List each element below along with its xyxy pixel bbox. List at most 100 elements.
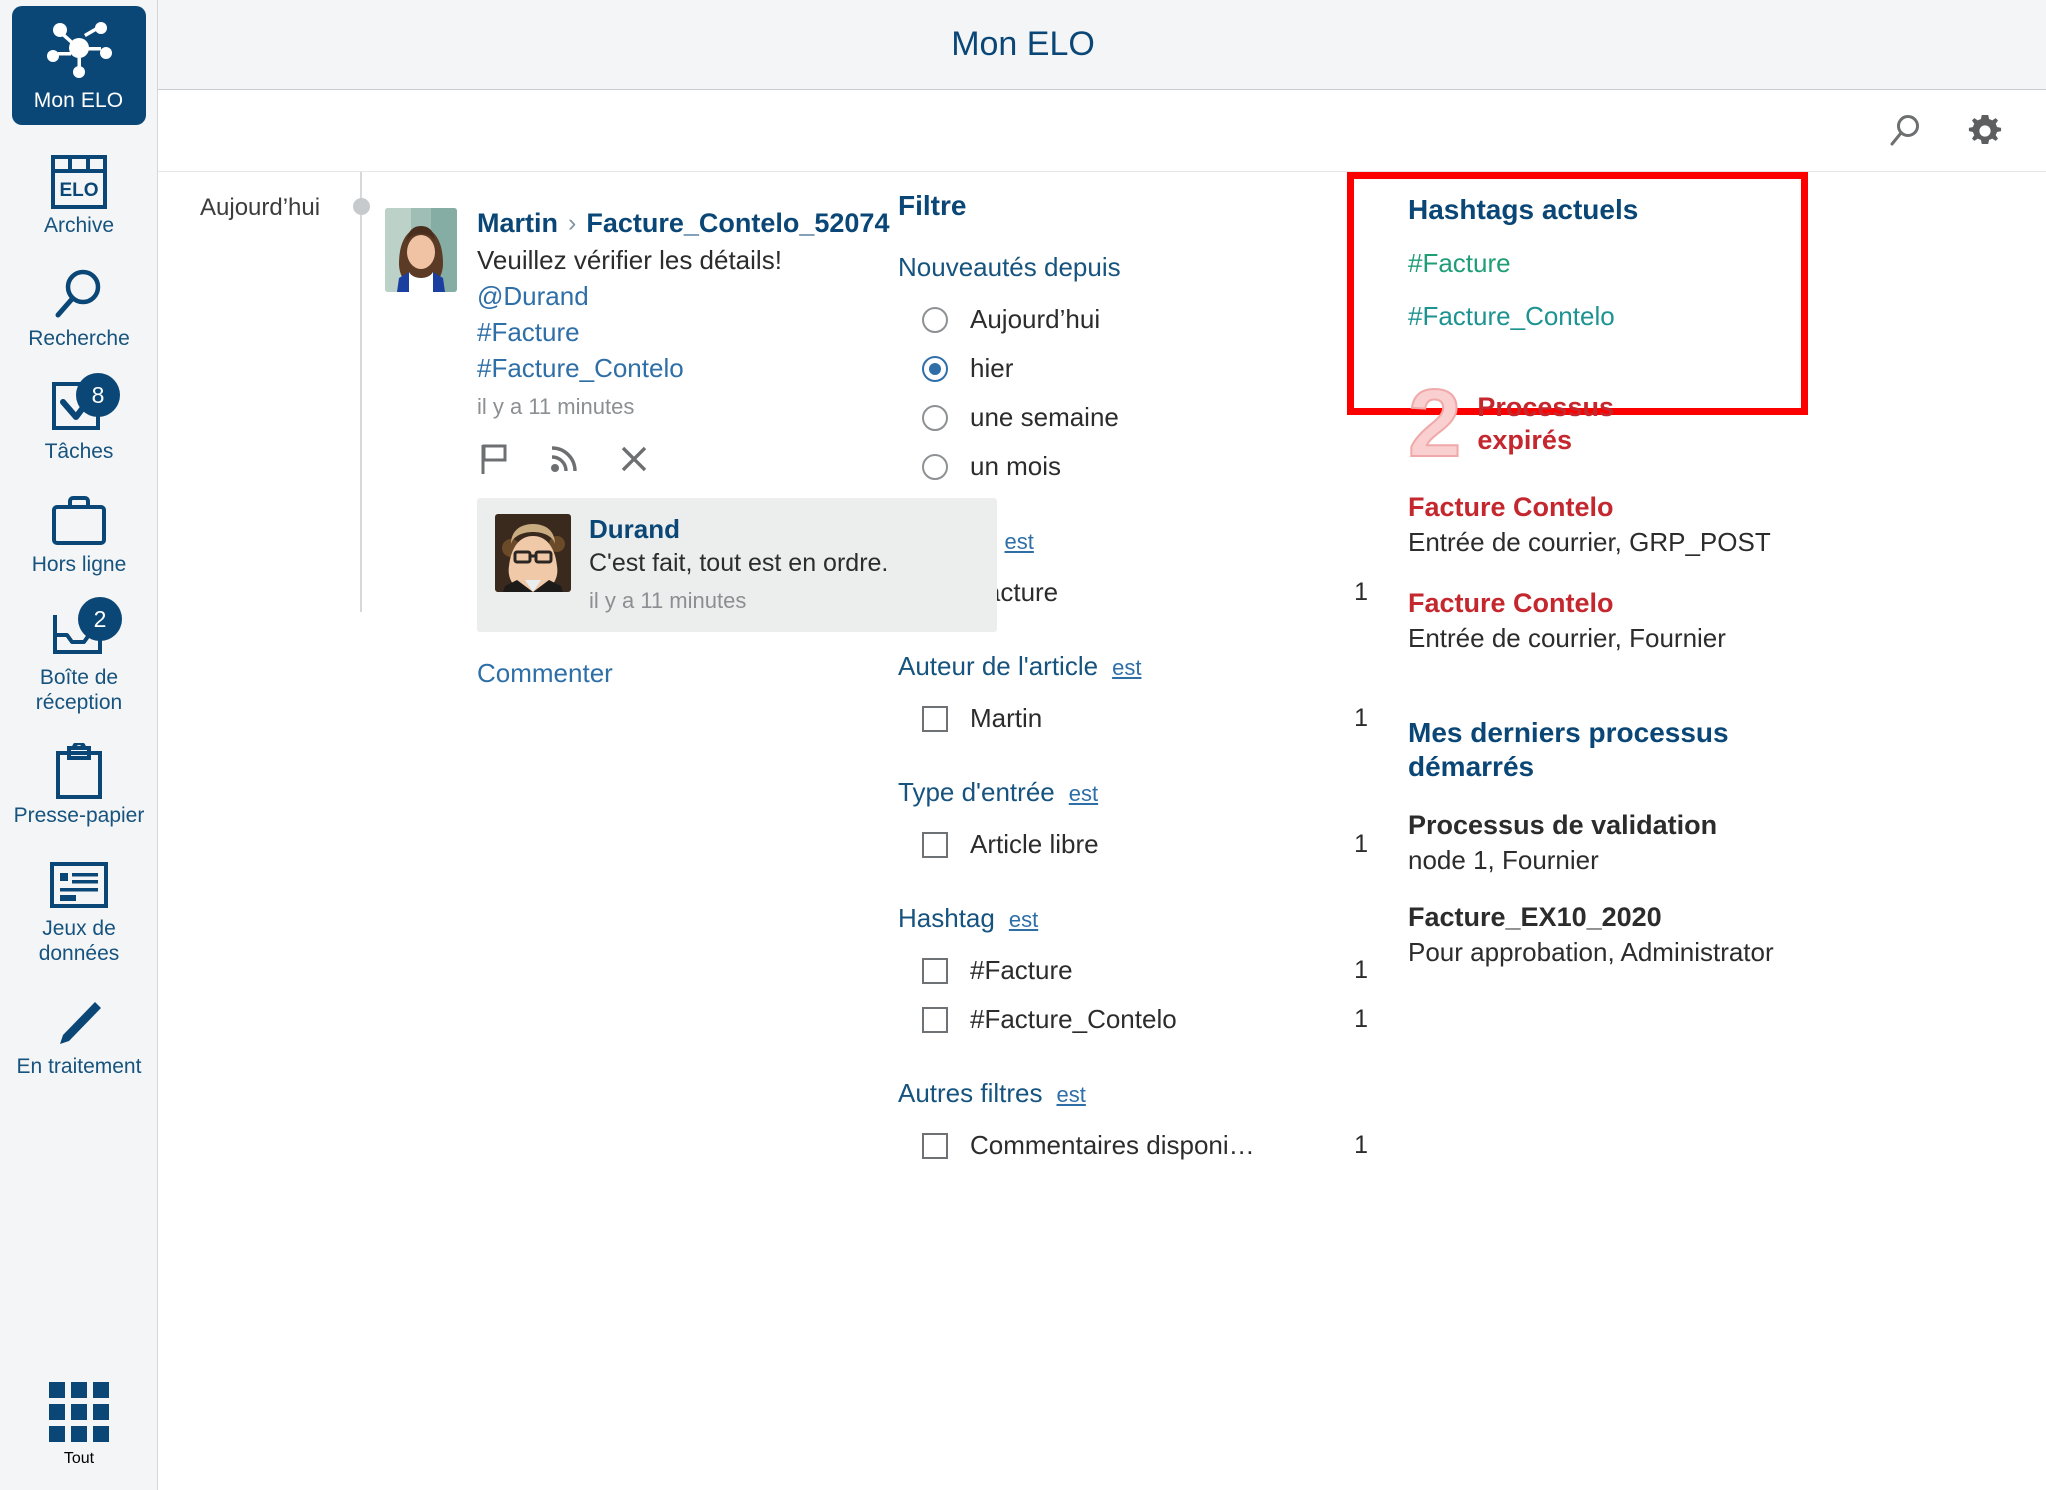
filter-group-operator[interactable]: est (1057, 1082, 1086, 1108)
filter-group-operator[interactable]: est (1005, 529, 1034, 555)
filter-group-header: Hashtag est (898, 903, 1378, 934)
checkbox-icon[interactable] (922, 705, 948, 732)
checkbox-icon[interactable] (922, 957, 948, 984)
filter-group-hashtag: Hashtag est #Facture 1 #Facture_Contelo … (898, 903, 1378, 1044)
gear-icon[interactable] (1962, 108, 2008, 154)
sidebar-item-hors-ligne[interactable]: Hors ligne (0, 490, 158, 577)
data-record-icon (0, 854, 158, 916)
sidebar-item-recherche[interactable]: Recherche (0, 264, 158, 351)
post-header: Martin › Facture_Contelo_52074 (477, 208, 997, 239)
sidebar-item-hors-ligne-label: Hors ligne (31, 553, 127, 576)
avatar-durand (495, 514, 571, 592)
sidebar-item-jeux-de-donnees-label: Jeux de données (38, 917, 120, 965)
sidebar-item-archive[interactable]: ELO Archive (0, 151, 158, 238)
started-process-sub: Pour approbation, Administrator (1408, 937, 1774, 967)
expired-process-title[interactable]: Facture Contelo (1408, 492, 1848, 523)
post-author[interactable]: Martin (477, 208, 558, 239)
sidebar-item-mon-elo[interactable]: Mon ELO (11, 6, 146, 125)
filter-option-count: 1 (1354, 956, 1368, 984)
filter-option-label: Article libre (970, 829, 1099, 859)
started-processes-title-line2: démarrés (1408, 751, 1535, 782)
filter-option-count: 1 (1354, 1005, 1368, 1033)
checkbox-icon[interactable] (922, 1132, 948, 1159)
filter-group-header: Autres filtres est (898, 1078, 1378, 1109)
right-column-inner: Hashtags actuels #Facture #Facture_Conte… (1378, 172, 1848, 968)
started-process-item[interactable]: Processus de validation node 1, Fournier (1408, 810, 1848, 876)
filter-option-count: 1 (1354, 1131, 1368, 1159)
elo-archive-icon: ELO (0, 151, 158, 213)
sidebar-item-taches-label: Tâches (44, 440, 114, 463)
title-bar: Mon ELO (158, 0, 2046, 90)
main-area: Mon ELO Aujourd’hui Martin › Facture_Con… (158, 0, 2046, 1490)
started-process-item[interactable]: Facture_EX10_2020 Pour approbation, Admi… (1408, 902, 1848, 968)
hashtag-facture-contelo[interactable]: #Facture_Contelo (1408, 301, 1848, 332)
filter-option-hashtag-facture[interactable]: #Facture 1 (898, 946, 1378, 995)
filter-option-label: Commentaires disponi… (970, 1130, 1255, 1160)
expired-process-title[interactable]: Facture Contelo (1408, 588, 1848, 619)
expired-processes-header: 2 Processus expirés (1407, 375, 1848, 473)
checkbox-icon[interactable] (922, 1006, 948, 1033)
svg-text:ELO: ELO (59, 180, 98, 201)
chevron-right-icon: › (568, 209, 577, 237)
filter-option-hashtag-facture-contelo[interactable]: #Facture_Contelo 1 (898, 995, 1378, 1044)
filter-option-label: Aujourd’hui (970, 304, 1101, 334)
hashtags-title: Hashtags actuels (1408, 194, 1639, 225)
filter-option-martin[interactable]: Martin 1 (898, 694, 1378, 743)
sidebar-item-archive-label: Archive (43, 214, 115, 237)
sidebar-item-tout-label: Tout (63, 1450, 95, 1467)
post-mention[interactable]: @Durand (477, 281, 997, 312)
filter-group-operator[interactable]: est (1112, 655, 1141, 681)
feed-rss-icon[interactable] (547, 442, 581, 476)
search-icon[interactable] (1882, 108, 1928, 154)
post-target[interactable]: Facture_Contelo_52074 (586, 208, 889, 239)
sidebar-badge-boite-reception: 2 (78, 597, 122, 641)
expired-process-item[interactable]: Facture Contelo Entrée de courrier, GRP_… (1408, 492, 1848, 558)
toolbar (158, 90, 2046, 172)
sidebar-item-tout[interactable]: Tout (0, 1382, 158, 1468)
comment-body: Durand C'est fait, tout est en ordre. il… (589, 514, 888, 614)
sidebar-item-presse-papier[interactable]: Presse-papier (0, 741, 158, 828)
radio-icon[interactable] (922, 306, 948, 333)
hashtag-facture[interactable]: #Facture (1408, 248, 1848, 279)
filter-option-label: une semaine (970, 402, 1119, 432)
filter-group-name: Hashtag (898, 903, 995, 933)
expired-process-item[interactable]: Facture Contelo Entrée de courrier, Four… (1408, 588, 1848, 654)
comment-author[interactable]: Durand (589, 514, 888, 545)
sidebar-item-taches[interactable]: 8 Tâches (0, 373, 158, 464)
sidebar-item-boite-reception[interactable]: 2 Boîte de réception (0, 597, 158, 715)
pencil-icon (0, 992, 158, 1054)
sidebar-item-jeux-de-donnees[interactable]: Jeux de données (0, 854, 158, 966)
clipboard-icon (0, 741, 158, 803)
sidebar-item-en-traitement-label: En traitement (16, 1055, 142, 1078)
filter-option-label: #Facture (970, 955, 1073, 985)
flag-icon[interactable] (477, 442, 511, 476)
filter-option-label: Facture (970, 577, 1059, 607)
started-process-title[interactable]: Processus de validation (1408, 810, 1848, 841)
filter-option-commentaires[interactable]: Commentaires disponi… 1 (898, 1121, 1378, 1170)
feed-day-label: Aujourd’hui (200, 194, 321, 221)
post-timestamp: il y a 11 minutes (477, 394, 635, 419)
post-hashtag-facture[interactable]: #Facture (477, 317, 997, 348)
started-process-title[interactable]: Facture_EX10_2020 (1408, 902, 1848, 933)
sidebar-item-mon-elo-label: Mon ELO (33, 89, 124, 112)
close-icon[interactable] (617, 442, 651, 476)
filter-group-operator[interactable]: est (1009, 907, 1038, 933)
radio-icon-selected[interactable] (922, 355, 948, 382)
post-hashtag-facture-contelo[interactable]: #Facture_Contelo (477, 353, 997, 384)
started-processes-title-line1: Mes derniers processus (1408, 717, 1729, 748)
filter-group-operator[interactable]: est (1069, 781, 1098, 807)
comment-button[interactable]: Commenter (477, 658, 997, 689)
filter-option-count: 1 (1354, 704, 1368, 732)
inbox-tray-icon: 2 (0, 597, 158, 665)
sidebar-item-boite-reception-label: Boîte de réception (35, 666, 123, 714)
sidebar-item-en-traitement[interactable]: En traitement (0, 992, 158, 1079)
post-body: Martin › Facture_Contelo_52074 Veuillez … (477, 208, 997, 689)
sidebar-item-presse-papier-label: Presse-papier (13, 804, 145, 827)
checkbox-icon[interactable] (922, 831, 948, 858)
radio-icon[interactable] (922, 404, 948, 431)
search-icon (0, 264, 158, 326)
application-window: Mon ELO ELO Archive Recherche 8 Tâches H… (0, 0, 2046, 1490)
radio-icon[interactable] (922, 453, 948, 480)
filter-option-label: un mois (970, 451, 1062, 481)
filter-option-article-libre[interactable]: Article libre 1 (898, 820, 1378, 869)
